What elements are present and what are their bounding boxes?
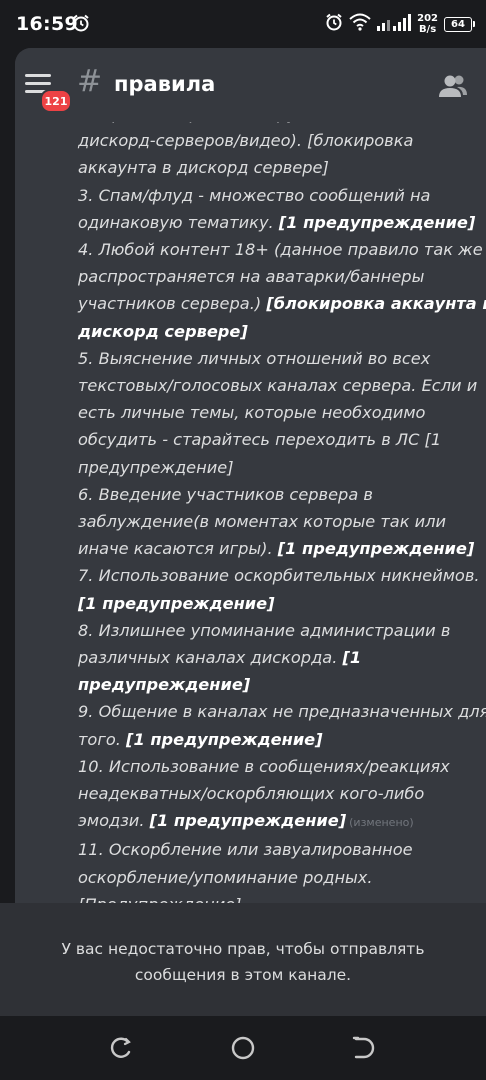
message-line-text: есть личные темы, которые необходимо — [78, 403, 426, 423]
message-line-text: различных каналах дискорда. — [78, 648, 343, 668]
channel-content[interactable]: (сторонних проектов, групп, сайтов,диско… — [15, 48, 486, 903]
message-line-penalty: [1 предупреждение] — [277, 539, 475, 559]
message-line-penalty: [1 предупреждение] — [149, 811, 347, 831]
status-time: 16:59 — [16, 13, 78, 35]
message-line: 5. Выяснение личных отношений во всех — [78, 345, 478, 372]
message-line-text: предупреждение] — [78, 457, 234, 477]
message-line-text: аккаунта в дискорд сервере] — [78, 158, 329, 178]
message-line: есть личные темы, которые необходимо — [78, 399, 478, 426]
message-line: 4. Любой контент 18+ (данное правило так… — [78, 236, 483, 263]
message-line-text: того. — [78, 729, 127, 749]
message-line-penalty: [1 — [342, 648, 362, 668]
channel-title[interactable]: правила — [114, 72, 215, 96]
message-line-text: 6. Введение участников сервера в — [78, 484, 373, 504]
message-line: 10. Использование в сообщениях/реакциях — [78, 753, 478, 780]
notice-line-2: сообщения в этом канале. — [134, 966, 352, 984]
message-line-text: эмодзи. — [78, 811, 150, 831]
signal-icon — [377, 13, 412, 35]
message-line: текстовых/голосовых каналах сервера. Есл… — [78, 372, 478, 399]
battery-level: 64 — [451, 18, 465, 30]
message-line: 9. Общение в каналах не предназначенных … — [78, 698, 486, 725]
net-speed-unit: B/s — [418, 24, 437, 35]
message-line: предупреждение] — [78, 671, 478, 698]
message-line-penalty: [1 предупреждение] — [78, 593, 275, 613]
message-line-penalty: предупреждение] — [78, 675, 251, 695]
battery-icon: 64 — [444, 16, 475, 32]
message-line-text: 7. Использование оскорбительных никнеймо… — [78, 566, 480, 586]
message-line: 6. Введение участников сервера в — [78, 481, 478, 508]
net-speed-value: 202 — [417, 13, 438, 24]
message-line-penalty: дискорд сервере] — [78, 321, 248, 341]
notice-line-1: У вас недостаточно прав, чтобы отправлят… — [61, 940, 425, 958]
message-line-text: неадекватных/оскорбляющих кого-либо — [78, 784, 425, 804]
message-line-text: 9. Общение в каналах не предназначенных … — [78, 702, 486, 722]
notice-text: У вас недостаточно прав, чтобы отправлят… — [0, 936, 486, 988]
hash-icon: # — [77, 64, 103, 99]
message-line-text: 10. Использование в сообщениях/реакциях — [78, 756, 450, 776]
message-line-text: 8. Излишнее упоминание администрации в — [78, 620, 451, 640]
message-line-text: оскорбление/упоминание родных. — [78, 867, 373, 887]
net-speed: 202 B/s — [417, 13, 438, 35]
message-line: иначе касаются игры). [1 предупреждение] — [78, 535, 478, 562]
message-line-text: 3. Спам/флуд - множество сообщений на — [78, 185, 431, 205]
message-line: эмодзи. [1 предупреждение] (изменено) — [78, 807, 478, 836]
message-line: 3. Спам/флуд - множество сообщений на — [78, 182, 478, 209]
message-line-text: обсудить - старайтесь переходить в ЛС [1 — [78, 430, 442, 450]
home-icon[interactable] — [229, 1034, 257, 1062]
message-line: дискорд сервере] — [78, 318, 478, 345]
message-line-text: иначе касаются игры). — [78, 539, 278, 559]
message-line: 8. Излишнее упоминание администрации в — [78, 617, 478, 644]
rules-message[interactable]: (сторонних проектов, групп, сайтов,диско… — [78, 100, 486, 903]
message-line-penalty: [1 предупреждение] — [278, 212, 476, 232]
message-line: того. [1 предупреждение] — [78, 726, 478, 753]
message-line-text: заблуждение(в моментах которые так или — [78, 512, 447, 532]
message-line-text: 11. Оскорбление или завуалированное — [78, 840, 413, 860]
message-line-penalty: [1 предупреждение] — [126, 729, 323, 749]
message-line: аккаунта в дискорд сервере] — [78, 154, 478, 181]
message-line-text: участников сервера.) — [78, 294, 267, 314]
status-bar: 16:59 202 B/s 64 — [0, 0, 486, 48]
wifi-icon — [349, 13, 371, 35]
message-line: предупреждение] — [78, 454, 478, 481]
message-line: оскорбление/упоминание родных. — [78, 864, 478, 891]
app: (сторонних проектов, групп, сайтов,диско… — [0, 48, 486, 1080]
back-icon[interactable] — [350, 1034, 378, 1062]
status-icons: 202 B/s 64 — [325, 8, 475, 40]
message-line: заблуждение(в моментах которые так или — [78, 508, 478, 535]
message-line-text: одинаковую тематику. — [78, 212, 279, 232]
message-line-text: распространяется на аватарки/баннеры — [78, 267, 425, 287]
message-line-text: текстовых/голосовых каналах сервера. Есл… — [78, 376, 478, 396]
message-line: [Предупреждение] — [78, 891, 478, 903]
message-line: 7. Использование оскорбительных никнеймо… — [78, 562, 480, 589]
channel-header: 121 # правила — [15, 48, 486, 122]
message-line: различных каналах дискорда. [1 — [78, 644, 478, 671]
message-line: неадекватных/оскорбляющих кого-либо — [78, 780, 478, 807]
alarm-clock-icon — [325, 13, 343, 35]
message-line: 11. Оскорбление или завуалированное — [78, 836, 478, 863]
message-line: дискорд-серверов/видео). [блокировка — [78, 127, 478, 154]
message-line-text: дискорд-серверов/видео). [блокировка — [78, 131, 414, 151]
message-line-text: 4. Любой контент 18+ (данное правило так… — [78, 240, 483, 260]
alarm-clock-icon — [72, 14, 90, 36]
message-line: участников сервера.) [блокировка аккаунт… — [78, 290, 486, 317]
message-line-text: 5. Выяснение личных отношений во всех — [78, 348, 431, 368]
message-line: распространяется на аватарки/баннеры — [78, 263, 478, 290]
message-line: обсудить - старайтесь переходить в ЛС [1 — [78, 426, 478, 453]
system-nav-bar — [0, 1016, 486, 1080]
edited-label: (изменено) — [349, 816, 414, 830]
message-line-penalty: [блокировка аккаунта в — [266, 294, 486, 314]
message-list[interactable]: (сторонних проектов, групп, сайтов,диско… — [15, 48, 486, 903]
message-line-text: [Предупреждение] — [78, 895, 241, 903]
message-line: [1 предупреждение] — [78, 590, 478, 617]
no-permission-notice: У вас недостаточно прав, чтобы отправлят… — [0, 903, 486, 1016]
members-icon[interactable] — [438, 73, 468, 103]
mention-count-badge: 121 — [40, 89, 72, 113]
recent-apps-icon[interactable] — [108, 1034, 136, 1062]
message-line: одинаковую тематику. [1 предупреждение] — [78, 209, 478, 236]
